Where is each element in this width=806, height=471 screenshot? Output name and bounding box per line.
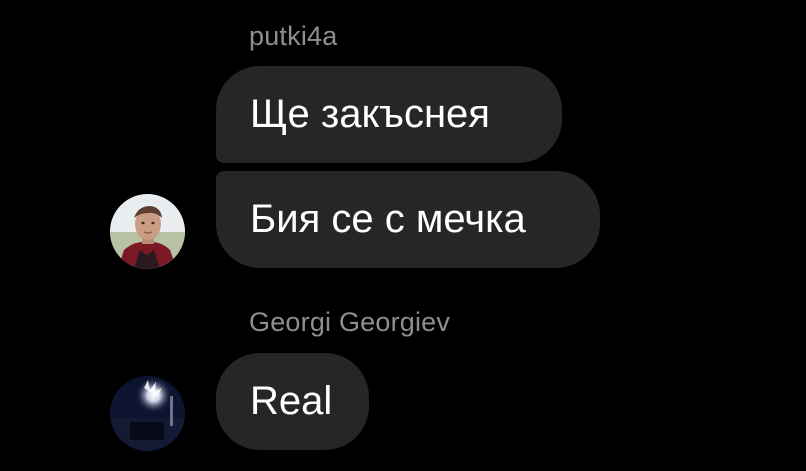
- user-photo-avatar-icon: [110, 194, 185, 269]
- message-text: Real: [250, 379, 333, 423]
- avatar[interactable]: [110, 194, 185, 269]
- message-bubble[interactable]: Ще закъснея: [216, 66, 562, 163]
- message-text: Бия се с мечка: [250, 197, 526, 241]
- sender-name: putki4a: [249, 21, 338, 51]
- sender-name: Georgi Georgiev: [249, 307, 451, 337]
- user-photo-avatar-icon: [110, 376, 185, 451]
- message-text: Ще закъснея: [250, 92, 490, 136]
- chat-thread: putki4a Ще закъснея Бия се с мечка Georg…: [0, 0, 806, 471]
- message-bubble[interactable]: Real: [216, 353, 369, 450]
- message-bubble[interactable]: Бия се с мечка: [216, 171, 600, 268]
- avatar[interactable]: [110, 376, 185, 451]
